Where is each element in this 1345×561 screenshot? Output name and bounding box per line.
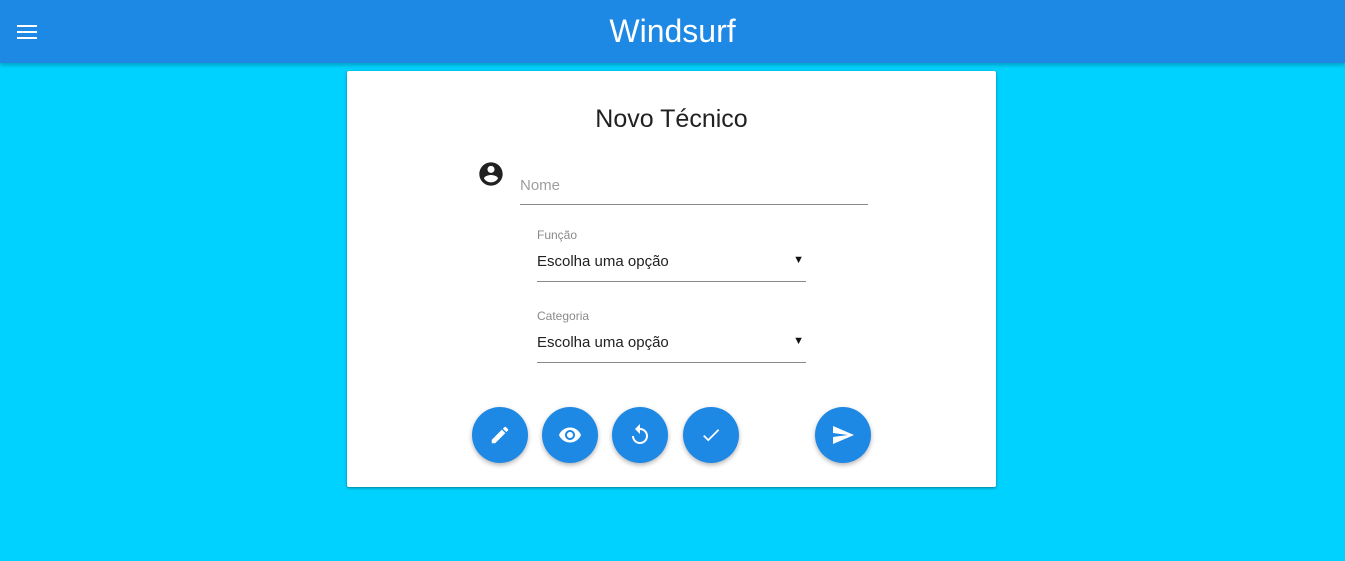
reset-button[interactable]: [612, 407, 668, 463]
funcao-selected-value: Escolha uma opção: [537, 253, 669, 270]
app-bar: Windsurf: [0, 0, 1345, 63]
check-icon: [703, 429, 720, 442]
form-title: Novo Técnico: [595, 105, 748, 133]
eye-icon: [559, 427, 581, 443]
undo-icon: [632, 424, 648, 444]
categoria-select[interactable]: Escolha uma opção ▼: [537, 326, 806, 363]
categoria-label: Categoria: [537, 309, 590, 323]
pencil-icon: [491, 426, 509, 444]
confirm-button[interactable]: [683, 407, 739, 463]
categoria-selected-value: Escolha uma opção: [537, 334, 669, 351]
funcao-select[interactable]: Escolha uma opção ▼: [537, 245, 806, 282]
view-button[interactable]: [542, 407, 598, 463]
app-title: Windsurf: [609, 13, 736, 49]
dropdown-arrow-icon: ▼: [793, 254, 804, 266]
name-input[interactable]: [520, 167, 868, 205]
dropdown-arrow-icon: ▼: [793, 335, 804, 347]
account-circle-icon: [479, 162, 503, 186]
send-icon: [833, 426, 854, 444]
funcao-label: Função: [537, 228, 578, 242]
send-button[interactable]: [815, 407, 871, 463]
edit-button[interactable]: [472, 407, 528, 463]
form-card: Novo Técnico Função Escolha uma opção ▼ …: [347, 71, 996, 487]
